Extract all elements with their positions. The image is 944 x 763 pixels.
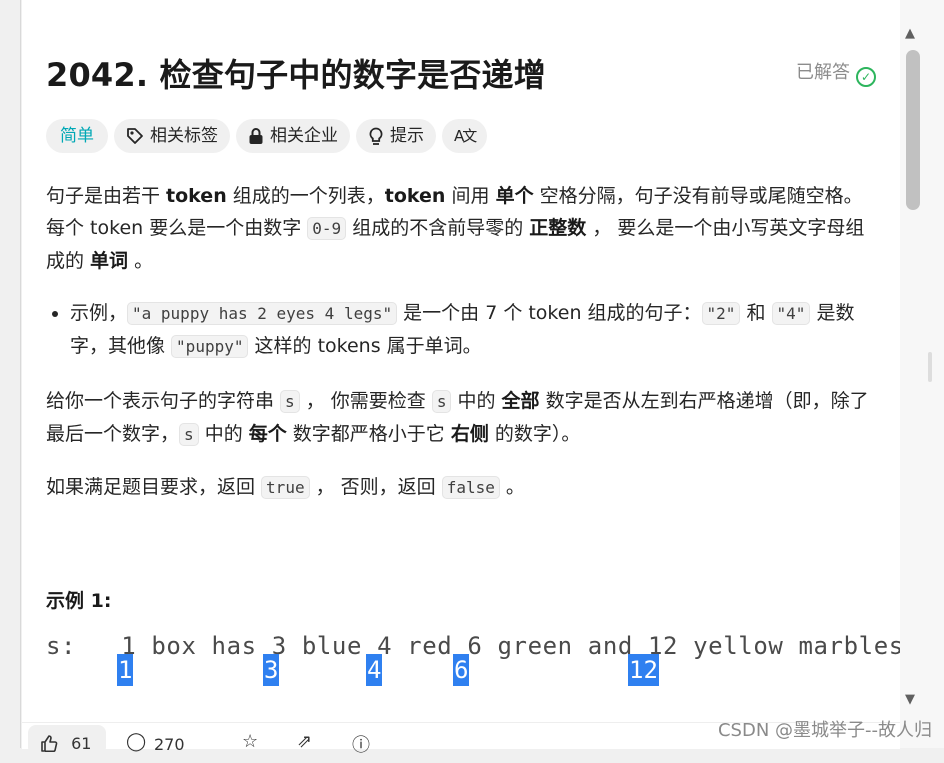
difficulty-label: 简单 (60, 126, 94, 146)
inline-code: s (280, 390, 300, 413)
inline-code: "a puppy has 2 eyes 4 legs" (127, 302, 398, 325)
inline-code: 0-9 (307, 217, 347, 240)
comment-count: 270 (154, 735, 185, 754)
description-paragraph: 句子是由若干 token 组成的一个列表，token 间用 单个 空格分隔，句子… (46, 185, 865, 272)
tag-bar: 简单 相关标签 相关企业 提示 A文 (46, 119, 488, 153)
difficulty-tag[interactable]: 简单 (46, 119, 108, 153)
highlight-number: 4 (366, 654, 383, 686)
scroll-up-arrow-icon[interactable]: ▲ (905, 26, 915, 41)
scrollbar-thumb[interactable] (906, 50, 920, 210)
inline-code: s (431, 390, 452, 413)
top-strip (22, 0, 900, 15)
description-paragraph: 如果满足题目要求，返回 true ， 否则，返回 false 。 (46, 476, 525, 499)
scroll-down-arrow-icon[interactable]: ▼ (905, 692, 915, 707)
lock-icon (249, 128, 263, 144)
like-button[interactable]: 61 (28, 725, 106, 755)
left-divider (20, 0, 21, 748)
help-icon[interactable]: ⓘ (352, 731, 370, 757)
share-icon[interactable]: ⇗ (297, 731, 312, 752)
companies-tag-button[interactable]: 相关企业 (236, 119, 350, 153)
description-paragraph: 给你一个表示句子的字符串 s ， 你需要检查 s 中的 全部 数字是否从左到右严… (46, 390, 869, 446)
inline-code: false (441, 476, 500, 499)
inline-code: "puppy" (171, 335, 249, 358)
title-row: 2042. 检查句子中的数字是否递增 已解答 ✓ (46, 50, 876, 96)
watermark: CSDN @墨城举子--故人归 (717, 720, 932, 741)
companies-label: 相关企业 (270, 126, 338, 146)
star-icon[interactable]: ☆ (242, 731, 258, 752)
inline-code: true (261, 476, 310, 499)
like-count: 61 (71, 734, 92, 753)
example-input-line: s: 1 box has 3 blue 4 red 6 green and 12… (46, 632, 900, 660)
list-item: 示例，"a puppy has 2 eyes 4 legs" 是一个由 7 个 … (70, 297, 876, 363)
solved-status: 已解答 ✓ (796, 58, 876, 87)
resize-handle[interactable] (928, 352, 932, 382)
example-bullet-list: 示例，"a puppy has 2 eyes 4 legs" 是一个由 7 个 … (46, 297, 876, 363)
highlight-number: 6 (453, 654, 470, 686)
inline-code: "2" (701, 302, 741, 325)
inline-code: "4" (771, 302, 811, 325)
highlight-number: 3 (263, 654, 280, 686)
translate-button[interactable]: A文 (442, 119, 488, 153)
tag-icon (127, 128, 143, 144)
solved-label: 已解答 (796, 62, 850, 83)
check-circle-icon: ✓ (856, 67, 876, 87)
translate-icon: A文 (454, 127, 477, 145)
problem-description: 句子是由若干 token 组成的一个列表，token 间用 单个 空格分隔，句子… (46, 180, 876, 524)
hint-label: 提示 (390, 126, 424, 146)
hint-button[interactable]: 提示 (356, 119, 436, 153)
left-gutter (0, 0, 22, 748)
lightbulb-icon (369, 127, 383, 145)
problem-panel: 2042. 检查句子中的数字是否递增 已解答 ✓ 简单 相关标签 相关企业 提示… (22, 14, 900, 748)
example-title: 示例 1: (46, 590, 112, 612)
highlight-number: 12 (628, 654, 659, 686)
topics-label: 相关标签 (150, 126, 218, 146)
thumbs-up-icon (41, 735, 58, 753)
inline-code: s (179, 423, 199, 446)
topics-tag-button[interactable]: 相关标签 (114, 119, 230, 153)
problem-title: 2042. 检查句子中的数字是否递增 (46, 56, 546, 94)
comment-icon[interactable]: ◯ (126, 731, 146, 752)
highlight-number: 1 (117, 654, 134, 686)
